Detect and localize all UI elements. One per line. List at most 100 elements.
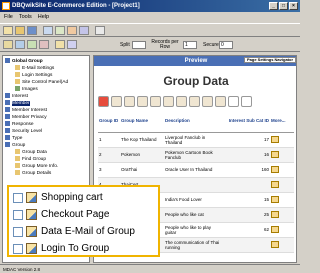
print-icon[interactable]: [176, 96, 187, 107]
settings-icon[interactable]: [67, 26, 77, 35]
email-icon[interactable]: [202, 96, 213, 107]
move-page-icon[interactable]: [39, 40, 49, 49]
table-icon: [5, 114, 10, 119]
feature-callout: Shopping cart Checkout Page Data E-Mail …: [7, 185, 160, 257]
tree-item-group[interactable]: Group: [5, 142, 25, 148]
tree-item-global-group[interactable]: Global Group: [5, 58, 43, 64]
preview-title: Preview: [184, 58, 208, 64]
tree-item-group-details[interactable]: Group Details: [15, 170, 51, 176]
col-description[interactable]: Description: [164, 110, 224, 133]
callout-item-shopping-cart[interactable]: Shopping cart: [13, 190, 159, 206]
folder-icon: [5, 58, 10, 63]
more-info-icon[interactable]: [271, 180, 279, 188]
page-icon: [15, 65, 20, 70]
more-info-icon[interactable]: [271, 210, 279, 218]
preview-header: Preview Page Settings Navigator: [94, 56, 296, 66]
col-group-name[interactable]: Group Name: [120, 110, 164, 133]
status-bar: MDAC Version 2.8: [0, 264, 300, 273]
wizard-icon[interactable]: [55, 26, 65, 35]
page-icon: [15, 149, 20, 154]
checkbox[interactable]: [13, 193, 23, 203]
search-icon[interactable]: [163, 96, 174, 107]
menu-tools[interactable]: Tools: [19, 12, 32, 22]
checkbox[interactable]: [13, 244, 23, 254]
tree-item-find-group[interactable]: Find Group: [15, 156, 46, 162]
first-record-icon[interactable]: [98, 96, 109, 107]
records-per-row-input[interactable]: 1: [183, 41, 197, 49]
add-page-icon[interactable]: [3, 40, 13, 49]
split-input[interactable]: [132, 41, 146, 49]
maximize-button[interactable]: □: [279, 2, 288, 10]
checkbox[interactable]: [13, 227, 23, 237]
refresh-icon[interactable]: [215, 96, 226, 107]
record-toolbar: [98, 96, 294, 108]
more-info-icon[interactable]: [271, 225, 279, 233]
open-icon[interactable]: [15, 26, 25, 35]
table-row[interactable]: 3 OraThai Oracle User In Thailand 160: [98, 162, 294, 178]
more-info-icon[interactable]: [271, 165, 279, 173]
dropdown-icon[interactable]: [241, 96, 252, 107]
help-icon[interactable]: [95, 26, 105, 35]
table-icon: [5, 142, 10, 147]
copy-page-icon[interactable]: [27, 40, 37, 49]
field-icon[interactable]: [55, 40, 65, 49]
more-info-icon[interactable]: [271, 135, 279, 143]
tree-item-interest[interactable]: Interest: [5, 93, 28, 99]
table-row[interactable]: 1 The Kop Thailand Liverpool Fanclub in Th…: [98, 132, 294, 148]
split-label: Split: [120, 42, 130, 48]
page-settings-navigator-button[interactable]: Page Settings Navigator: [243, 57, 296, 63]
tree-item-login-settings[interactable]: Login Settings: [15, 72, 52, 78]
tree-item-member-privacy[interactable]: Member Privacy: [5, 114, 47, 120]
layout-icon[interactable]: [67, 40, 77, 49]
col-more[interactable]: More...: [270, 110, 294, 133]
tree-item-security-level[interactable]: Security Level: [5, 128, 42, 134]
checkbox[interactable]: [13, 210, 23, 220]
tree-item-email-settings[interactable]: E-Mail Settings: [15, 65, 54, 71]
tree-item-site-control-panel[interactable]: Site Control Panel(Ad: [15, 79, 68, 85]
tree-item-response[interactable]: Response: [5, 121, 34, 127]
next-record-icon[interactable]: [228, 96, 239, 107]
edit-record-icon[interactable]: [137, 96, 148, 107]
page-icon: [26, 209, 37, 220]
new-icon[interactable]: [3, 26, 13, 35]
callout-item-login-to-group[interactable]: Login To Group: [13, 241, 159, 257]
table-icon: [5, 135, 10, 140]
delete-record-icon[interactable]: [150, 96, 161, 107]
prev-record-icon[interactable]: [111, 96, 122, 107]
page-icon: [26, 226, 37, 237]
preview-icon[interactable]: [43, 26, 53, 35]
tree-item-images[interactable]: Images: [15, 86, 38, 92]
delete-page-icon[interactable]: [15, 40, 25, 49]
tree-item-group-more-info[interactable]: Group More Info.: [15, 163, 58, 169]
callout-item-data-email-of-group[interactable]: Data E-Mail of Group: [13, 224, 159, 240]
page-icon: [26, 243, 37, 254]
tree-item-group-data[interactable]: Group Data: [15, 149, 47, 155]
records-per-row-label: Records per Row: [151, 39, 179, 50]
main-toolbar: [0, 23, 300, 37]
callout-item-checkout-page[interactable]: Checkout Page: [13, 207, 159, 223]
add-record-icon[interactable]: [124, 96, 135, 107]
page-icon: [15, 170, 20, 175]
page-title: Group Data: [163, 74, 229, 88]
menu-help[interactable]: Help: [38, 12, 49, 22]
tree-item-type[interactable]: Type: [5, 135, 22, 141]
publish-icon[interactable]: [79, 26, 89, 35]
more-info-icon[interactable]: [271, 150, 279, 158]
save-icon[interactable]: [27, 26, 37, 35]
col-interest-sub-cat-id[interactable]: Interest Sub Cat ID: [224, 110, 270, 133]
table-icon: [5, 107, 10, 112]
menu-file[interactable]: File: [4, 12, 13, 22]
page-icon: [26, 192, 37, 203]
layout-toolbar: Split Records per Row 1 Secure 0: [0, 38, 300, 52]
page-icon: [15, 163, 20, 168]
secure-input[interactable]: 0: [219, 41, 233, 49]
export-icon[interactable]: [189, 96, 200, 107]
close-button[interactable]: ×: [289, 2, 298, 10]
table-row[interactable]: 2 Pokemon Pokemon Cartoon Book Fanclub 16: [98, 147, 294, 163]
more-info-icon[interactable]: [271, 240, 279, 248]
minimize-button[interactable]: _: [269, 2, 278, 10]
more-info-icon[interactable]: [271, 195, 279, 203]
tree-item-member[interactable]: Member: [5, 100, 30, 106]
col-group-id[interactable]: Group ID: [98, 110, 120, 133]
tree-item-member-interest[interactable]: Member Interest: [5, 107, 47, 113]
